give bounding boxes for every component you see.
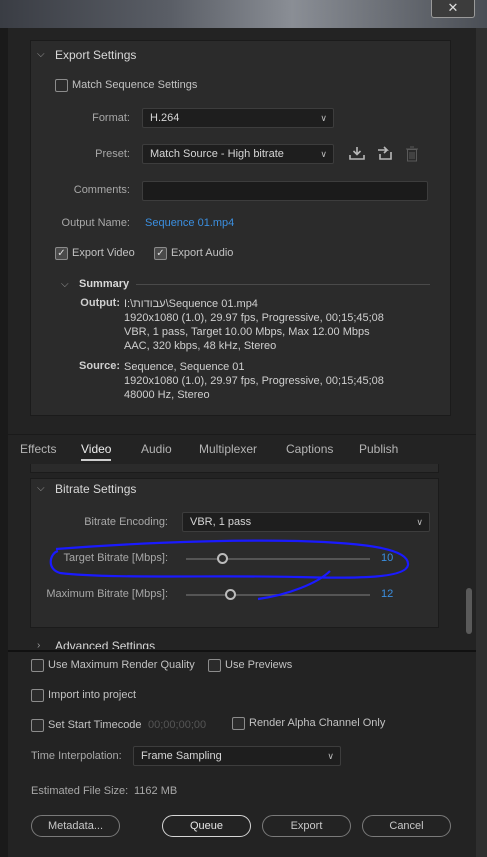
window-titlebar [0,0,487,28]
cancel-button[interactable]: Cancel [362,815,451,837]
import-preset-icon[interactable] [376,146,394,163]
summary-divider [136,284,430,285]
chevron-down-icon: ∨ [416,517,423,527]
render-alpha-checkbox[interactable] [232,717,245,730]
panel-divider [8,650,476,652]
use-previews-checkbox[interactable] [208,659,221,672]
chevron-down-icon: ∨ [320,113,327,123]
max-render-quality-label: Use Maximum Render Quality [48,659,195,671]
source-line: 1920x1080 (1.0), 29.97 fps, Progressive,… [124,375,384,387]
match-sequence-checkbox[interactable] [55,79,68,92]
tab-multiplexer[interactable]: Multiplexer [199,442,257,456]
render-alpha-label: Render Alpha Channel Only [249,717,386,729]
comments-input[interactable] [142,181,428,201]
left-edge [0,28,8,857]
preset-label: Preset: [95,148,130,160]
start-timecode-checkbox[interactable] [31,719,44,732]
source-summary: Sequence, Sequence 01 1920x1080 (1.0), 2… [124,360,444,402]
estimated-size-value: 1162 MB [134,785,178,797]
tab-publish[interactable]: Publish [359,442,398,456]
comments-label: Comments: [73,184,130,196]
output-name-label: Output Name: [61,217,130,229]
save-preset-icon[interactable] [349,146,365,163]
export-button[interactable]: Export [262,815,351,837]
export-video-checkbox[interactable]: ✓ [55,247,68,260]
timecode-field: 00;00;00;00 [148,719,207,731]
export-audio-checkbox[interactable]: ✓ [154,247,167,260]
chevron-down-icon: ∨ [320,149,327,159]
source-line: Sequence, Sequence 01 [124,361,245,373]
hand-drawn-annotation [49,539,410,601]
output-line: VBR, 1 pass, Target 10.00 Mbps, Max 12.0… [124,326,370,338]
estimated-size-label: Estimated File Size: [31,785,129,797]
chevron-down-icon[interactable]: ⌵ [61,279,69,290]
chevron-down-icon[interactable]: ⌵ [37,49,45,60]
right-edge [476,28,487,857]
source-line: 48000 Hz, Stereo [124,389,210,401]
start-timecode-label: Set Start Timecode [48,719,142,731]
use-previews-label: Use Previews [225,659,293,671]
format-label: Format: [92,112,130,124]
queue-button[interactable]: Queue [162,815,251,837]
bitrate-settings-title: Bitrate Settings [55,482,137,496]
time-interpolation-label: Time Interpolation: [31,750,122,762]
delete-preset-icon[interactable] [405,146,419,165]
bitrate-encoding-select[interactable]: VBR, 1 pass ∨ [182,512,430,532]
output-name-link[interactable]: Sequence 01.mp4 [145,217,234,229]
metadata-button[interactable]: Metadata... [31,815,120,837]
export-video-label: Export Video [72,247,135,259]
tab-video[interactable]: Video [81,442,112,461]
bitrate-encoding-label: Bitrate Encoding: [84,516,168,528]
source-summary-label: Source: [79,360,120,372]
chevron-down-icon[interactable]: ⌵ [37,483,45,494]
time-interpolation-select[interactable]: Frame Sampling ∨ [133,746,341,766]
max-render-quality-checkbox[interactable] [31,659,44,672]
output-line: I:\עבודות\Sequence 01.mp4 [124,298,258,310]
export-settings-title: Export Settings [55,48,137,62]
summary-title: Summary [79,278,130,290]
scrollbar-thumb[interactable] [466,588,472,634]
tab-effects[interactable]: Effects [20,442,56,456]
import-project-label: Import into project [48,689,137,701]
output-line: AAC, 320 kbps, 48 kHz, Stereo [124,340,277,352]
close-button[interactable]: ✕ [431,0,475,18]
previous-section-bottom [30,464,439,473]
chevron-down-icon: ∨ [327,751,334,761]
match-sequence-label: Match Sequence Settings [72,79,198,91]
tab-captions[interactable]: Captions [286,442,333,456]
export-audio-label: Export Audio [171,247,234,259]
output-summary: I:\עבודות\Sequence 01.mp4 1920x1080 (1.0… [124,297,444,353]
import-project-checkbox[interactable] [31,689,44,702]
output-summary-label: Output: [80,297,120,309]
advanced-settings-title[interactable]: Advanced Settings [55,639,155,649]
format-select[interactable]: H.264 ∨ [142,108,334,128]
preset-select[interactable]: Match Source - High bitrate ∨ [142,144,334,164]
tab-audio[interactable]: Audio [141,442,172,456]
output-line: 1920x1080 (1.0), 29.97 fps, Progressive,… [124,312,384,324]
